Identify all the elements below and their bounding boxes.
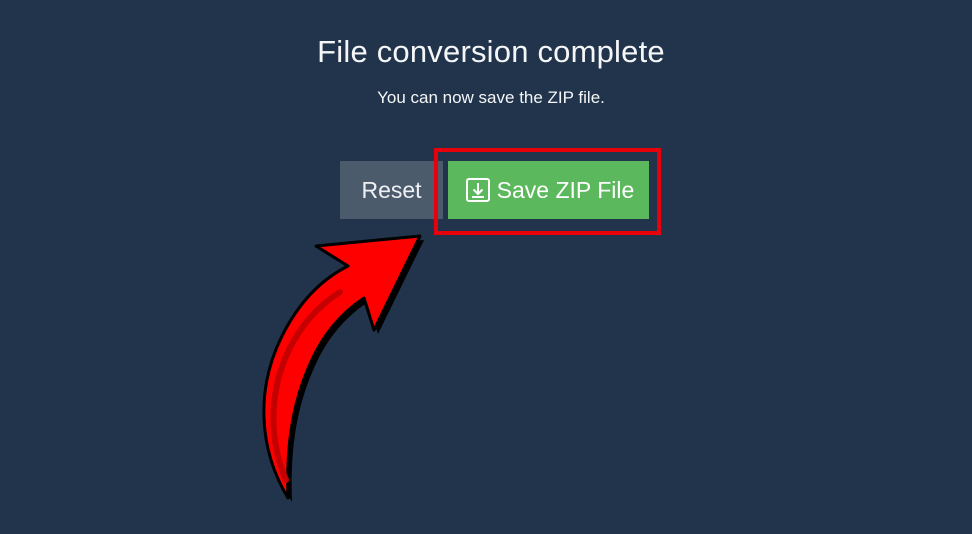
reset-button-label: Reset: [361, 176, 422, 203]
pointer-arrow-icon: [262, 234, 424, 502]
download-icon: [465, 177, 491, 203]
save-zip-button[interactable]: Save ZIP File: [448, 161, 649, 219]
page-title: File conversion complete: [317, 34, 665, 69]
save-zip-button-label: Save ZIP File: [496, 176, 635, 203]
status-message: You can now save the ZIP file.: [377, 88, 605, 107]
reset-button[interactable]: Reset: [340, 161, 443, 219]
